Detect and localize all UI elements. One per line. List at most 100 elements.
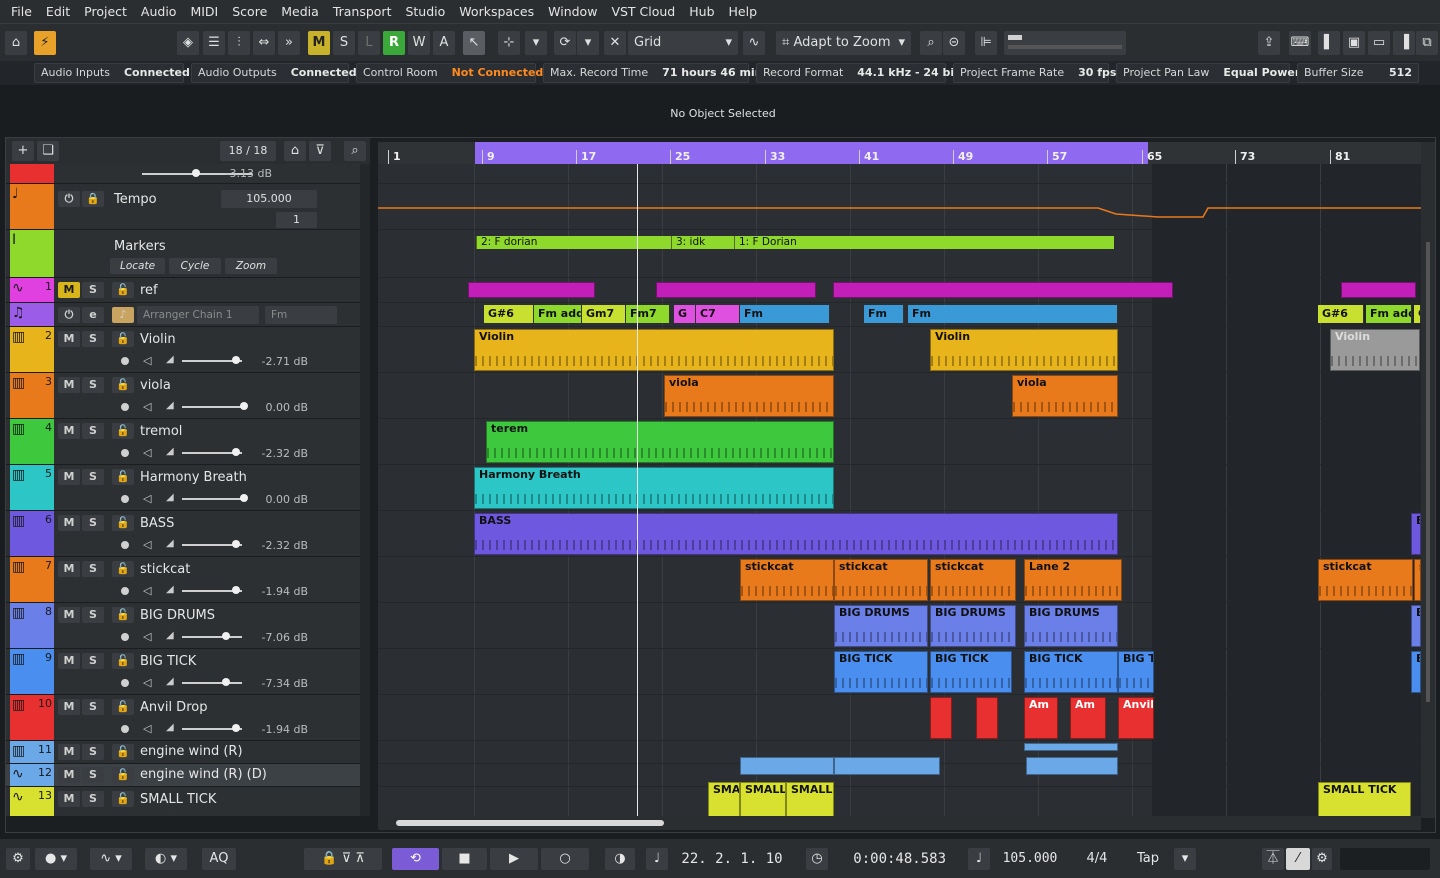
- chord-event[interactable]: Fm: [908, 305, 1118, 323]
- midi-part[interactable]: [976, 697, 998, 739]
- midi-part[interactable]: BIG TI: [1118, 651, 1154, 693]
- midi-part[interactable]: stickcat: [834, 559, 928, 601]
- signature-display[interactable]: 4/4: [1075, 848, 1119, 870]
- mute-button[interactable]: M: [58, 744, 80, 760]
- audio-event[interactable]: [834, 757, 940, 775]
- marker-cycle-select[interactable]: Cycle: [169, 258, 221, 274]
- track-row[interactable]: ∿ 1 M S 🔓 ref: [6, 278, 360, 303]
- midi-part[interactable]: BIG DRUMS: [930, 605, 1016, 647]
- lock-icon[interactable]: 🔓: [112, 607, 134, 623]
- menu-edit[interactable]: Edit: [39, 0, 77, 23]
- midi-part[interactable]: BIG TICK: [834, 651, 928, 693]
- midi-part[interactable]: B: [1411, 651, 1421, 693]
- event-display[interactable]: 2: F dorian3: idk1: F DorianG#6Fm add9Gm…: [378, 164, 1421, 816]
- track-name[interactable]: engine wind (R): [140, 744, 243, 759]
- monitor-icon[interactable]: ◁: [143, 538, 151, 551]
- status-frame-rate[interactable]: Project Frame Rate 30 fps: [953, 63, 1116, 83]
- midi-part[interactable]: [930, 697, 952, 739]
- midi-part[interactable]: Lane 2: [1024, 559, 1122, 601]
- volume-slider[interactable]: [182, 494, 248, 502]
- edit-button[interactable]: e: [82, 307, 104, 323]
- arranger-key-select[interactable]: Fm: [265, 306, 337, 324]
- chord-event[interactable]: Gm7: [582, 305, 626, 323]
- track-row[interactable]: ▥ 9 M S 🔓 BIG TICK ◁ ◢ -7.34 dB: [6, 649, 360, 695]
- volume-slider[interactable]: [182, 678, 242, 686]
- midi-part[interactable]: Violin: [474, 329, 834, 371]
- mode-w-button[interactable]: W: [408, 31, 430, 55]
- midi-part[interactable]: BIG DRUMS: [834, 605, 928, 647]
- solo-button[interactable]: S: [82, 469, 104, 485]
- midi-part[interactable]: Harmony Breath: [474, 467, 834, 509]
- lower-zone-icon[interactable]: ▭: [1368, 31, 1390, 55]
- metronome-toggle-icon[interactable]: ⁄: [1286, 848, 1310, 870]
- filter-icon[interactable]: ⊽: [309, 141, 331, 161]
- export-icon[interactable]: ⇪: [1258, 31, 1280, 55]
- note-icon[interactable]: ♩: [646, 848, 668, 870]
- menu-vst-cloud[interactable]: VST Cloud: [604, 0, 682, 23]
- scroll-thumb[interactable]: [396, 820, 664, 826]
- tempo-icon[interactable]: ♩: [968, 848, 990, 870]
- edit-in-place-icon[interactable]: ⊝: [943, 31, 965, 55]
- audio-event[interactable]: [656, 282, 816, 298]
- mute-button[interactable]: M: [58, 561, 80, 577]
- midi-part[interactable]: stickcat: [740, 559, 834, 601]
- midi-part[interactable]: B: [1411, 513, 1421, 555]
- status-max-record-time[interactable]: Max. Record Time 71 hours 46 mins: [543, 63, 769, 83]
- track-name[interactable]: tremol: [140, 424, 182, 439]
- menu-score[interactable]: Score: [225, 0, 274, 23]
- chord-event[interactable]: G: [674, 305, 696, 323]
- marker-zoom-select[interactable]: Zoom: [225, 258, 277, 274]
- audio-event[interactable]: [1026, 757, 1118, 775]
- track-row[interactable]: ▥ 11 M S 🔓 engine wind (R): [6, 741, 360, 764]
- autoscroll-dropdown-icon[interactable]: ▾: [577, 31, 599, 55]
- midi-part[interactable]: stickcat: [930, 559, 1016, 601]
- mute-button[interactable]: M: [58, 515, 80, 531]
- solo-button[interactable]: S: [82, 561, 104, 577]
- punch-mode-icon[interactable]: ◐ ▾: [145, 848, 187, 870]
- chord-event[interactable]: Fm7: [626, 305, 670, 323]
- status-audio-inputs[interactable]: Audio Inputs Connected: [34, 63, 190, 83]
- midi-part[interactable]: BIG DRUMS: [1024, 605, 1118, 647]
- marker-locate-select[interactable]: Locate: [110, 258, 165, 274]
- tempo-track[interactable]: ♩ ⏻ 🔒 Tempo 105.000 1: [6, 184, 360, 230]
- chord-icon[interactable]: ♪: [112, 307, 134, 323]
- mute-button[interactable]: M: [58, 699, 80, 715]
- track-name[interactable]: BIG DRUMS: [140, 608, 215, 623]
- track-name[interactable]: viola: [140, 378, 171, 393]
- midi-part[interactable]: terem: [486, 421, 834, 463]
- time-display[interactable]: 0:00:48.583: [830, 848, 950, 870]
- track-row[interactable]: ▥ 7 M S 🔓 stickcat ◁ ◢ -1.94 dB: [6, 557, 360, 603]
- chord-event[interactable]: Fm add9: [1366, 305, 1412, 323]
- right-zone-icon[interactable]: ▐: [1393, 31, 1415, 55]
- chord-event[interactable]: G#6: [1318, 305, 1364, 323]
- quantize-icon[interactable]: ∿: [743, 31, 765, 55]
- search-icon[interactable]: ⌕: [344, 141, 366, 161]
- monitor-icon[interactable]: ◁: [143, 400, 151, 413]
- solo-button[interactable]: S: [82, 653, 104, 669]
- solo-button[interactable]: S: [82, 377, 104, 393]
- solo-button[interactable]: S: [82, 331, 104, 347]
- volume-slider[interactable]: [182, 724, 242, 732]
- midi-part[interactable]: Violin: [930, 329, 1118, 371]
- chord-event[interactable]: C7: [696, 305, 740, 323]
- record-enable-icon[interactable]: [121, 633, 129, 641]
- fast-forward-icon[interactable]: »: [278, 31, 300, 55]
- track-row[interactable]: ▥ 10 M S 🔓 Anvil Drop ◁ ◢ -1.94 dB: [6, 695, 360, 741]
- playhead[interactable]: [637, 164, 638, 816]
- mode-r-button[interactable]: R: [383, 31, 405, 55]
- mute-button[interactable]: M: [58, 791, 80, 807]
- monitor-icon[interactable]: ◁: [143, 814, 151, 816]
- record-enable-icon[interactable]: [121, 403, 129, 411]
- window-layout-icon[interactable]: ⧉: [1416, 31, 1438, 55]
- track-name[interactable]: BIG TICK: [140, 654, 196, 669]
- track-visibility-icon[interactable]: ⌂: [284, 141, 306, 161]
- tempo-dropdown-icon[interactable]: ▾: [1174, 848, 1196, 870]
- tool-dropdown-icon[interactable]: ▾: [525, 31, 547, 55]
- volume-slider[interactable]: [182, 402, 248, 410]
- volume-slider[interactable]: [182, 586, 242, 594]
- lock-icon[interactable]: 🔓: [112, 282, 134, 298]
- lock-icon[interactable]: 🔓: [112, 561, 134, 577]
- status-record-format[interactable]: Record Format 44.1 kHz - 24 bit: [756, 63, 959, 83]
- track-name[interactable]: Anvil Drop: [140, 700, 207, 715]
- marker-event[interactable]: 3: idk: [671, 236, 734, 249]
